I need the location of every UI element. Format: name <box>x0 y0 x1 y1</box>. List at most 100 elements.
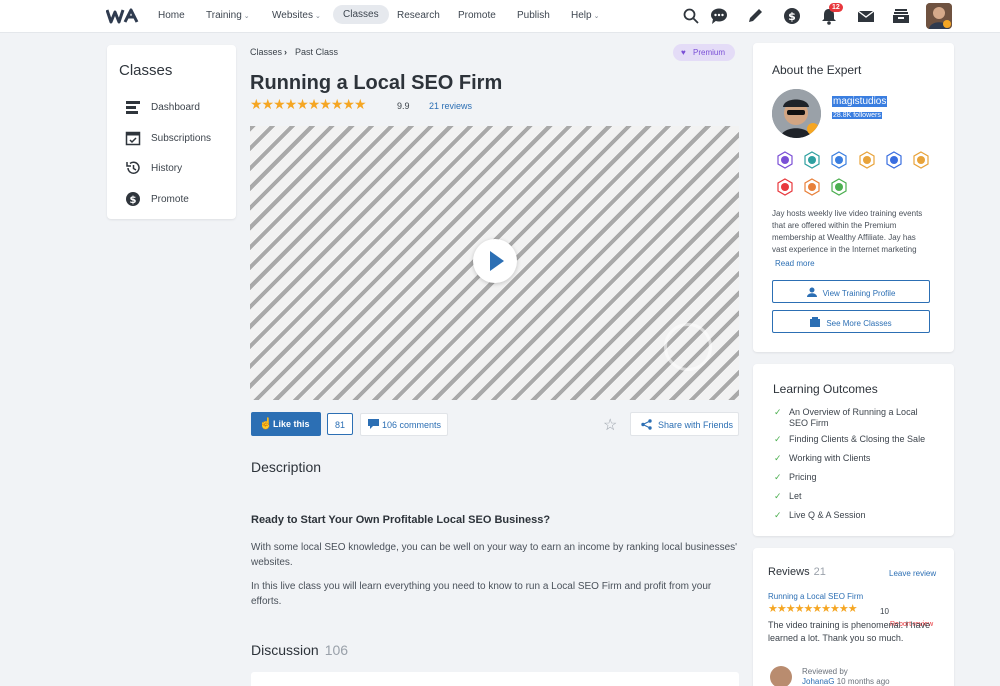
sidebar-item-label: Subscriptions <box>151 133 212 144</box>
see-more-classes-button[interactable]: See More Classes <box>772 310 930 333</box>
description-paragraph: In this live class you will learn everyt… <box>251 581 712 607</box>
description-paragraph: With some local SEO knowledge, you can b… <box>251 542 738 568</box>
sidebar-item-promote[interactable]: $ Promote <box>125 191 230 209</box>
nav-training-label: Training <box>206 10 242 21</box>
outcome-label: Working with Clients <box>789 453 871 463</box>
rating-value: 9.9 <box>397 101 410 111</box>
view-profile-label: View Training Profile <box>822 289 896 298</box>
chat-icon[interactable] <box>710 7 728 25</box>
pen-icon[interactable] <box>746 7 764 25</box>
reviewer-avatar[interactable] <box>770 666 792 686</box>
nav-home[interactable]: Home <box>158 10 185 21</box>
expert-name[interactable]: magistudios <box>832 96 888 107</box>
comments-label: 106 comments <box>382 420 442 430</box>
discussion-title: Discussion <box>251 642 319 658</box>
read-more-link[interactable]: Read more <box>775 259 815 268</box>
user-achievement[interactable] <box>803 151 821 169</box>
sidebar-item-subscriptions[interactable]: Subscriptions <box>125 130 230 148</box>
sidebar-item-dashboard[interactable]: Dashboard <box>125 99 230 117</box>
check-icon: ✓ <box>774 491 782 501</box>
notification-badge: 12 <box>829 3 843 12</box>
flag-achievement[interactable] <box>803 178 821 196</box>
favorite-star-icon[interactable]: ☆ <box>603 415 617 435</box>
sidebar-item-label: Promote <box>151 194 189 205</box>
expert-card <box>753 43 954 352</box>
discussion-card <box>251 672 739 686</box>
reviews-link[interactable]: 21 reviews <box>429 101 472 111</box>
nav-research-label: Research <box>397 10 440 21</box>
outcome-item: ✓ Live Q & A Session <box>774 510 939 521</box>
rating-stars: ★★★★★★★★★★ <box>250 96 367 112</box>
breadcrumb-current: Past Class <box>295 47 339 57</box>
chat-achievement[interactable] <box>885 151 903 169</box>
calendar-check-icon <box>125 131 141 146</box>
outcome-item: ✓ Let <box>774 491 939 502</box>
expert-avatar[interactable] <box>772 89 821 138</box>
nav-classes[interactable]: Classes <box>333 5 389 24</box>
nav-websites[interactable]: Websites ⌄ <box>272 10 321 21</box>
breadcrumb-separator: › <box>284 47 287 57</box>
review-score: 10 <box>880 607 889 616</box>
nav-promote-label: Promote <box>458 10 496 21</box>
mail-icon[interactable] <box>857 7 875 25</box>
outcome-label: An Overview of Running a Local SEO Firm <box>789 407 918 428</box>
thumbs-up-icon: ☝ <box>259 418 273 430</box>
review-title[interactable]: Running a Local SEO Firm <box>768 592 863 601</box>
nav-help[interactable]: Help ⌄ <box>571 10 599 21</box>
sidebar-item-history[interactable]: History <box>125 160 230 178</box>
expert-heading: About the Expert <box>772 63 862 77</box>
leave-review-link[interactable]: Leave review <box>889 569 936 578</box>
medal-achievement[interactable] <box>912 151 930 169</box>
user-avatar[interactable] <box>926 3 952 29</box>
description-subheading: Ready to Start Your Own Profitable Local… <box>251 514 551 526</box>
see-more-label: See More Classes <box>826 319 892 328</box>
review-stars: ★★★★★★★★★★ <box>768 603 858 615</box>
wa-logo[interactable] <box>106 7 140 25</box>
user-icon <box>806 287 817 297</box>
heart-gem-achievement[interactable] <box>776 151 794 169</box>
dollar-coin-icon: $ <box>126 192 140 206</box>
dashboard-icon <box>126 101 140 114</box>
nav-help-label: Help <box>571 10 592 21</box>
heart-achievement[interactable] <box>776 178 794 196</box>
reviews-count: 21 <box>813 566 826 578</box>
review-meta: Reviewed by JohanaG 10 months ago <box>802 667 890 686</box>
outcome-item: ✓ Working with Clients <box>774 453 939 464</box>
play-button[interactable] <box>473 239 517 283</box>
check-icon: ✓ <box>774 510 782 520</box>
sidebar-item-label: Dashboard <box>151 102 200 113</box>
reviewed-by-label: Reviewed by <box>802 667 848 676</box>
outcomes-heading: Learning Outcomes <box>773 382 878 396</box>
nav-publish[interactable]: Publish <box>517 10 550 21</box>
outcome-label: Finding Clients & Closing the Sale <box>789 434 926 444</box>
review-time: 10 months ago <box>836 677 890 686</box>
view-training-profile-button[interactable]: View Training Profile <box>772 280 930 303</box>
inbox-icon[interactable] <box>892 7 910 25</box>
chevron-down-icon: ⌄ <box>314 13 321 20</box>
outcome-item: ✓ An Overview of Running a Local SEO Firm <box>774 407 939 429</box>
reviewer-name[interactable]: JohanaG <box>802 677 834 686</box>
comments-button[interactable]: 106 comments <box>360 413 448 436</box>
share-button[interactable]: Share with Friends <box>630 412 739 436</box>
nav-publish-label: Publish <box>517 10 550 21</box>
nav-training[interactable]: Training ⌄ <box>206 10 250 21</box>
svg-text:$: $ <box>788 10 796 23</box>
outcome-label: Let <box>789 491 802 501</box>
svg-text:$: $ <box>130 195 137 206</box>
nav-promote[interactable]: Promote <box>458 10 496 21</box>
premium-badge: ♥ Premium <box>673 44 735 61</box>
search-icon[interactable] <box>682 7 700 25</box>
year-2007-achievement[interactable] <box>830 151 848 169</box>
share-label: Share with Friends <box>658 420 734 430</box>
comment-icon <box>368 419 379 429</box>
bookmark-achievement[interactable] <box>830 178 848 196</box>
google-achievement[interactable] <box>858 151 876 169</box>
reviews-heading: Reviews 21 <box>768 566 826 578</box>
nav-research[interactable]: Research <box>397 10 440 21</box>
dollar-icon[interactable]: $ <box>783 7 801 25</box>
like-button[interactable]: ☝ Like this <box>251 412 321 436</box>
premium-label: Premium <box>693 48 726 57</box>
check-icon: ✓ <box>774 453 782 463</box>
breadcrumb-classes[interactable]: Classes <box>250 47 282 57</box>
watermark-logo <box>664 323 712 371</box>
